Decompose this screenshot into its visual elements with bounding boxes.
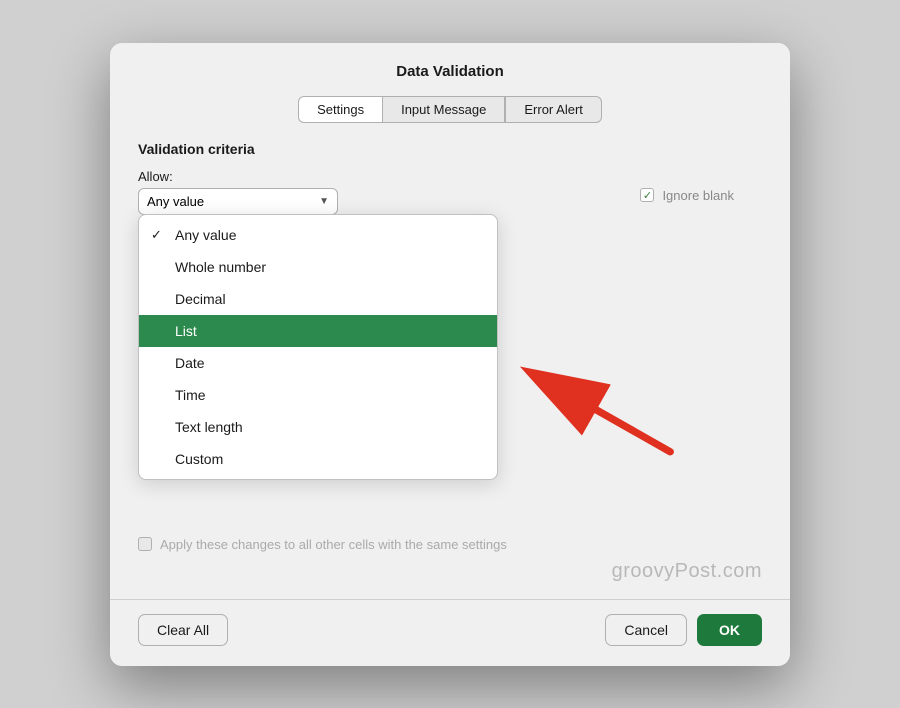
- dropdown-item-date[interactable]: Date: [139, 347, 497, 379]
- dropdown-item-custom[interactable]: Custom: [139, 443, 497, 475]
- data-validation-dialog: Data Validation Settings Input Message E…: [110, 43, 790, 666]
- ignore-blank-label: Ignore blank: [662, 188, 734, 203]
- dialog-footer: Clear All Cancel OK: [110, 599, 790, 646]
- watermark: groovyPost.com: [110, 552, 790, 591]
- allow-label: Allow:: [138, 169, 762, 184]
- tab-error-alert[interactable]: Error Alert: [505, 96, 602, 123]
- clear-all-button[interactable]: Clear All: [138, 614, 228, 646]
- tab-input-message[interactable]: Input Message: [382, 96, 505, 123]
- dialog-title: Data Validation: [110, 63, 790, 80]
- apply-changes-label: Apply these changes to all other cells w…: [160, 537, 507, 552]
- dropdown-item-whole-number[interactable]: Whole number: [139, 251, 497, 283]
- dropdown-item-any-value[interactable]: Any value: [139, 219, 497, 251]
- apply-changes-checkbox[interactable]: [138, 537, 152, 551]
- dropdown-item-decimal[interactable]: Decimal: [139, 283, 497, 315]
- cancel-button[interactable]: Cancel: [605, 614, 687, 646]
- section-title-validation: Validation criteria: [138, 141, 762, 157]
- tab-settings[interactable]: Settings: [298, 96, 382, 123]
- dropdown-item-text-length[interactable]: Text length: [139, 411, 497, 443]
- allow-select-display[interactable]: Any value ▼: [138, 188, 338, 215]
- content-area: ✓ Ignore blank Any value ▼ Any value Who…: [138, 188, 762, 552]
- ok-button[interactable]: OK: [697, 614, 762, 646]
- allow-select-container: Any value ▼ Any value Whole number Decim…: [138, 188, 338, 215]
- tab-bar: Settings Input Message Error Alert: [110, 96, 790, 123]
- ignore-blank-row: ✓ Ignore blank: [640, 188, 734, 203]
- allow-select-value: Any value: [147, 194, 315, 209]
- apply-changes-row: Apply these changes to all other cells w…: [138, 525, 762, 552]
- dropdown-item-time[interactable]: Time: [139, 379, 497, 411]
- select-chevron-icon: ▼: [319, 196, 329, 207]
- dialog-body: Validation criteria Allow: ✓ Ignore blan…: [110, 141, 790, 552]
- dropdown-item-list[interactable]: List: [139, 315, 497, 347]
- footer-right: Cancel OK: [605, 614, 762, 646]
- allow-dropdown-menu: Any value Whole number Decimal List Date…: [138, 214, 498, 480]
- ignore-blank-checkbox[interactable]: ✓: [640, 188, 654, 202]
- checkbox-checkmark: ✓: [643, 189, 652, 202]
